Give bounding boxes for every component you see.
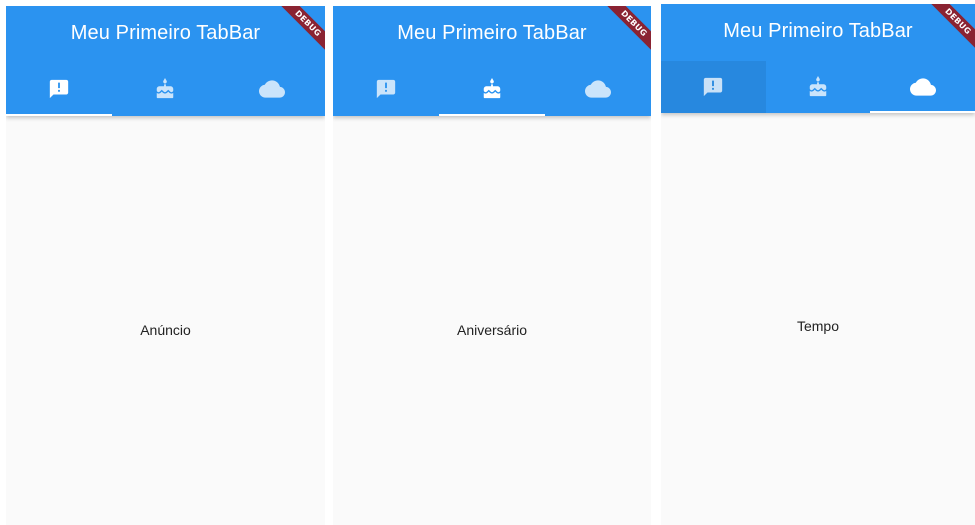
tab-content-text: Anúncio bbox=[140, 322, 191, 338]
tab-indicator bbox=[6, 114, 113, 116]
app-bar: Meu Primeiro TabBar bbox=[333, 6, 651, 116]
tab-announcement[interactable] bbox=[6, 62, 113, 116]
tab-indicator bbox=[439, 114, 545, 116]
cloud-icon bbox=[585, 76, 611, 102]
announcement-icon bbox=[48, 78, 70, 100]
announcement-icon bbox=[375, 78, 397, 100]
tab-bar bbox=[661, 61, 975, 113]
app-title: Meu Primeiro TabBar bbox=[723, 20, 913, 42]
tab-bar bbox=[6, 62, 325, 116]
phone-screen-announcement: Meu Primeiro TabBar Anúncio DEBUG bbox=[6, 6, 325, 525]
cake-icon bbox=[154, 78, 176, 100]
tab-content-text: Aniversário bbox=[456, 322, 528, 338]
tab-bar bbox=[333, 62, 651, 116]
phone-screen-birthday: Meu Primeiro TabBar Aniversário DEBUG bbox=[333, 6, 651, 525]
tab-announcement[interactable] bbox=[661, 61, 766, 113]
app-bar: Meu Primeiro TabBar bbox=[661, 4, 975, 113]
cake-icon bbox=[807, 76, 829, 98]
cake-icon bbox=[481, 78, 503, 100]
app-title: Meu Primeiro TabBar bbox=[397, 22, 587, 44]
tab-content-text: Tempo bbox=[796, 318, 840, 334]
cloud-icon bbox=[258, 76, 285, 102]
tab-indicator bbox=[870, 111, 975, 113]
tab-cake[interactable] bbox=[766, 61, 871, 113]
app-bar: Meu Primeiro TabBar bbox=[6, 6, 325, 116]
tab-cake[interactable] bbox=[112, 62, 218, 116]
tab-cloud[interactable] bbox=[870, 61, 975, 113]
announcement-icon bbox=[702, 76, 724, 98]
tab-cloud[interactable] bbox=[545, 62, 651, 116]
tab-announcement[interactable] bbox=[333, 62, 439, 116]
phone-screen-weather: Meu Primeiro TabBar Tempo DEBUG bbox=[661, 4, 975, 525]
tab-cake[interactable] bbox=[439, 62, 545, 116]
app-title: Meu Primeiro TabBar bbox=[70, 22, 261, 44]
tab-cloud[interactable] bbox=[219, 62, 325, 116]
cloud-icon bbox=[909, 74, 936, 100]
